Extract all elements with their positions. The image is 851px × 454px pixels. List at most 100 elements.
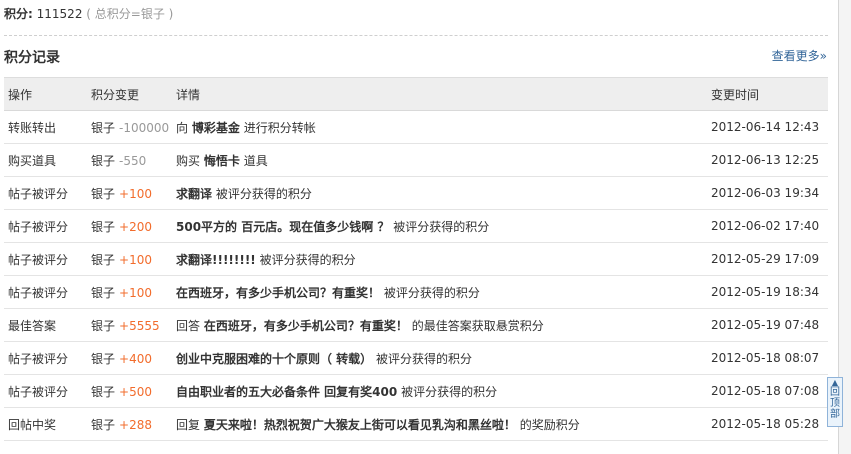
row-currency: 银子 (91, 384, 116, 399)
row-action: 转账转出 (4, 110, 87, 144)
row-currency: 银子 (91, 351, 116, 366)
row-change: 银子 -100000 (87, 110, 172, 144)
table-row: 帖子被评分 银子 +200 500平方的 百元店。现在值多少钱啊 ？ 被评分获得的积分… (4, 209, 828, 243)
row-currency: 银子 (91, 153, 116, 168)
row-action: 帖子被评分 (4, 341, 87, 375)
row-amount: +200 (119, 219, 152, 234)
row-change: 银子 -550 (87, 143, 172, 177)
row-time: 2012-05-19 07:48 (707, 308, 828, 342)
row-time: 2012-06-03 19:34 (707, 176, 828, 210)
row-time: 2012-05-18 05:28 (707, 407, 828, 441)
row-detail-link[interactable]: 500平方的 百元店。现在值多少钱啊 ？ (176, 220, 389, 234)
row-action: 回帖中奖 (4, 407, 87, 441)
back-to-top-button[interactable]: ▲ 回 顶 部 (827, 377, 843, 427)
section-title: 积分记录 (4, 50, 60, 66)
row-detail-suffix: 进行积分转帐 (243, 120, 316, 135)
back-to-top-char-1: 回 (830, 387, 840, 398)
row-detail-link[interactable]: 悔悟卡 (204, 154, 240, 168)
row-detail: 自由职业者的五大必备条件 回复有奖400 被评分获得的积分 (172, 374, 707, 408)
row-change: 银子 +100 (87, 275, 172, 309)
table-row: 帖子被评分 银子 +500 自由职业者的五大必备条件 回复有奖400 被评分获得的积分… (4, 374, 828, 408)
row-detail: 回复 夏天来啦！热烈祝贺广大猴友上街可以看见乳沟和黑丝啦！ 的奖励积分 (172, 407, 707, 441)
row-change: 银子 +100 (87, 176, 172, 210)
row-detail-link[interactable]: 夏天来啦！热烈祝贺广大猴友上街可以看见乳沟和黑丝啦！ (204, 418, 516, 432)
row-action: 最佳答案 (4, 308, 87, 342)
row-amount: +288 (119, 417, 152, 432)
row-detail-prefix: 回复 (176, 417, 201, 432)
row-action: 帖子被评分 (4, 176, 87, 210)
row-detail-link[interactable]: 求翻译!!!!!!!! (176, 253, 256, 267)
row-change: 银子 +5555 (87, 308, 172, 342)
points-log-table: 操作 积分变更 详情 变更时间 转账转出 银子 -100000 向 博彩基金 进行积分… (4, 77, 828, 441)
row-time: 2012-06-14 12:43 (707, 110, 828, 144)
row-amount: +500 (119, 384, 152, 399)
row-currency: 银子 (91, 186, 116, 201)
table-row: 最佳答案 银子 +5555 回答 在西班牙，有多少手机公司？有重奖！ 的最佳答案获取悬… (4, 308, 828, 342)
row-detail-link[interactable]: 求翻译 (176, 187, 212, 201)
back-to-top-char-2: 顶 (830, 398, 840, 409)
row-detail-suffix: 被评分获得的积分 (215, 186, 312, 201)
row-detail: 500平方的 百元店。现在值多少钱啊 ？ 被评分获得的积分 (172, 209, 707, 243)
view-more-link[interactable]: 查看更多» (772, 47, 827, 64)
row-time: 2012-05-18 07:08 (707, 374, 828, 408)
row-detail-suffix: 被评分获得的积分 (376, 351, 473, 366)
row-detail-link[interactable]: 博彩基金 (192, 121, 240, 135)
up-arrow-icon: ▲ (831, 378, 839, 387)
row-time: 2012-06-13 12:25 (707, 143, 828, 177)
row-detail-prefix: 购买 (176, 153, 201, 168)
row-amount: +400 (119, 351, 152, 366)
row-time: 2012-05-29 17:09 (707, 242, 828, 276)
dashed-divider (4, 35, 828, 36)
row-amount: -550 (119, 153, 147, 168)
row-change: 银子 +200 (87, 209, 172, 243)
table-row: 帖子被评分 银子 +400 创业中克服困难的十个原则（ 转载） 被评分获得的积分 201… (4, 341, 828, 375)
header-change: 积分变更 (87, 77, 172, 111)
row-detail-link[interactable]: 在西班牙，有多少手机公司？有重奖！ (204, 319, 408, 333)
points-summary: 积分: 111522 ( 总积分=银子 ) (4, 6, 173, 22)
row-detail-prefix: 回答 (176, 318, 201, 333)
header-action: 操作 (4, 77, 87, 111)
row-detail: 向 博彩基金 进行积分转帐 (172, 110, 707, 144)
row-detail: 创业中克服困难的十个原则（ 转载） 被评分获得的积分 (172, 341, 707, 375)
points-label: 积分: (4, 7, 33, 21)
row-detail-suffix: 被评分获得的积分 (401, 384, 498, 399)
table-header-row: 操作 积分变更 详情 变更时间 (4, 77, 828, 111)
row-currency: 银子 (91, 285, 116, 300)
row-amount: +5555 (119, 318, 160, 333)
row-action: 购买道具 (4, 143, 87, 177)
row-detail-link[interactable]: 自由职业者的五大必备条件 回复有奖400 (176, 385, 397, 399)
row-detail-suffix: 道具 (243, 153, 268, 168)
table-row: 转账转出 银子 -100000 向 博彩基金 进行积分转帐 2012-06-14 12:… (4, 110, 828, 144)
row-detail: 求翻译 被评分获得的积分 (172, 176, 707, 210)
header-detail: 详情 (172, 77, 707, 111)
table-row: 帖子被评分 银子 +100 求翻译 被评分获得的积分 2012-06-03 19:34 (4, 176, 828, 210)
row-action: 帖子被评分 (4, 275, 87, 309)
row-action: 帖子被评分 (4, 209, 87, 243)
row-currency: 银子 (91, 252, 116, 267)
row-amount: +100 (119, 186, 152, 201)
row-detail-link[interactable]: 创业中克服困难的十个原则（ 转载） (176, 352, 372, 366)
row-time: 2012-05-18 08:07 (707, 341, 828, 375)
row-currency: 银子 (91, 219, 116, 234)
header-time: 变更时间 (707, 77, 828, 111)
row-detail-suffix: 的奖励积分 (519, 417, 580, 432)
table-row: 购买道具 银子 -550 购买 悔悟卡 道具 2012-06-13 12:25 (4, 143, 828, 177)
row-detail-suffix: 被评分获得的积分 (383, 285, 480, 300)
row-time: 2012-05-19 18:34 (707, 275, 828, 309)
row-detail-prefix: 向 (176, 120, 189, 135)
row-change: 银子 +100 (87, 242, 172, 276)
row-detail-suffix: 被评分获得的积分 (393, 219, 490, 234)
row-detail: 在西班牙，有多少手机公司？有重奖！ 被评分获得的积分 (172, 275, 707, 309)
table-row: 帖子被评分 银子 +100 求翻译!!!!!!!! 被评分获得的积分 2012-05-2… (4, 242, 828, 276)
row-detail: 回答 在西班牙，有多少手机公司？有重奖！ 的最佳答案获取悬赏积分 (172, 308, 707, 342)
points-value: 111522 (36, 7, 83, 21)
points-note: ( 总积分=银子 ) (86, 7, 174, 21)
row-amount: +100 (119, 285, 152, 300)
row-currency: 银子 (91, 417, 116, 432)
row-action: 帖子被评分 (4, 242, 87, 276)
row-change: 银子 +500 (87, 374, 172, 408)
row-detail-link[interactable]: 在西班牙，有多少手机公司？有重奖！ (176, 286, 380, 300)
row-amount: -100000 (119, 120, 170, 135)
row-time: 2012-06-02 17:40 (707, 209, 828, 243)
back-to-top-char-3: 部 (830, 409, 840, 420)
